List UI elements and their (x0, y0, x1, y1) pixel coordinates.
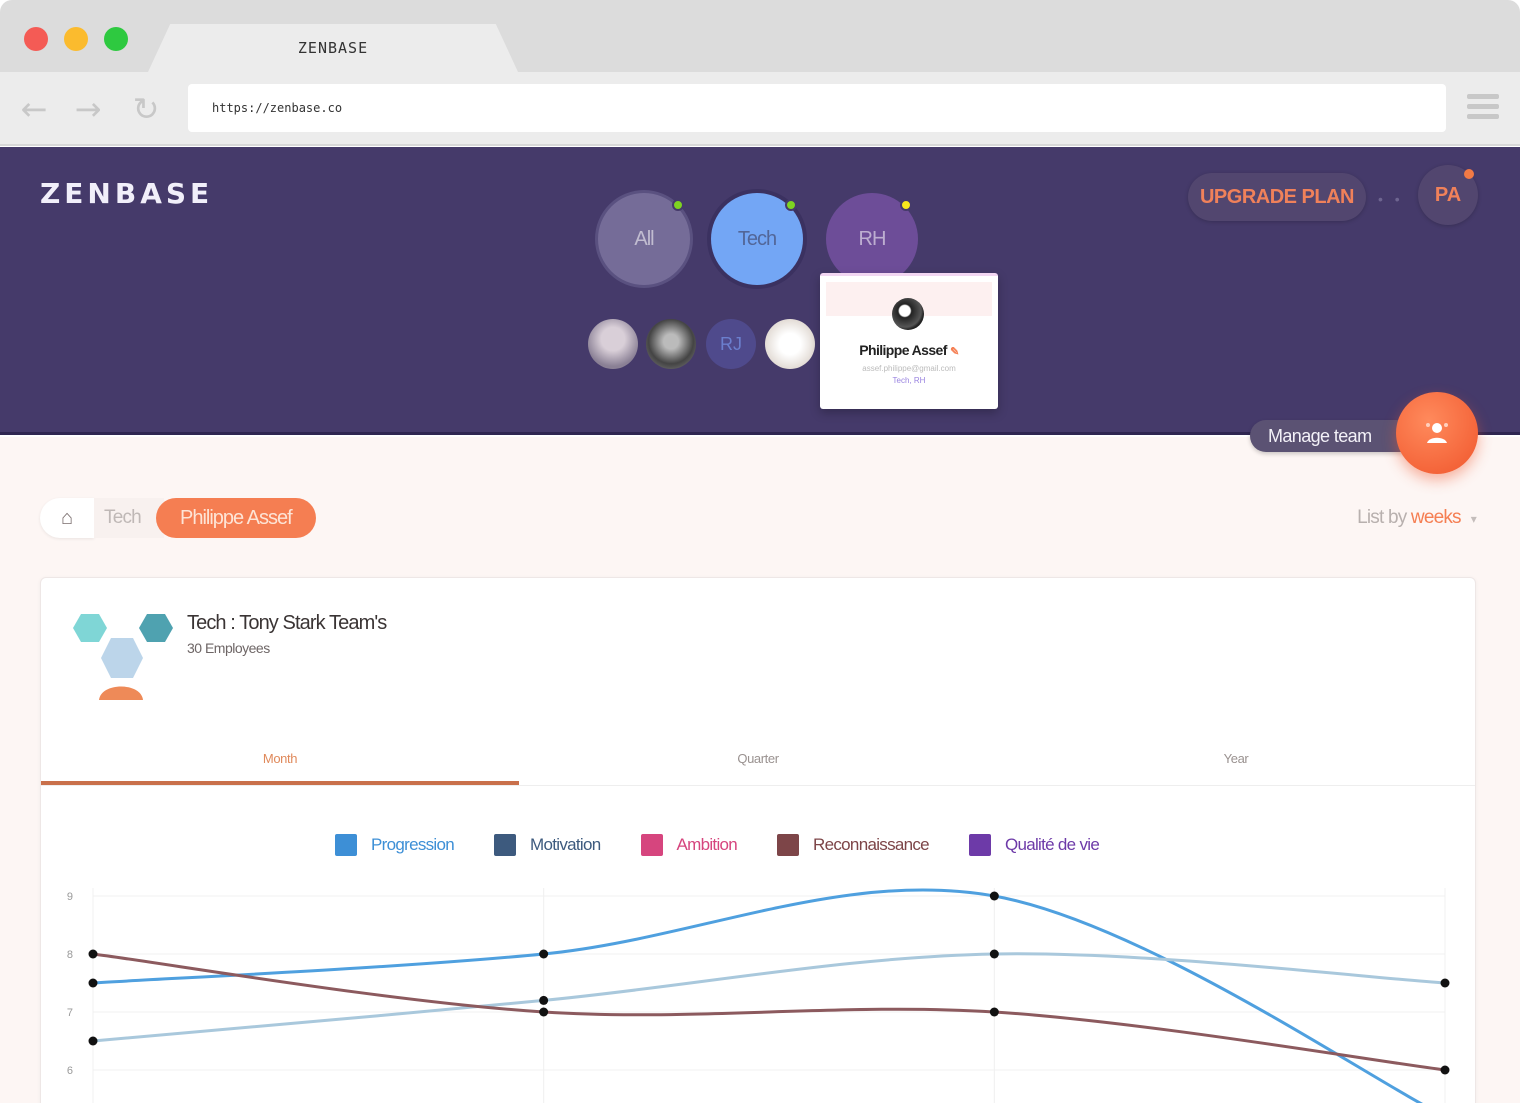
breadcrumb-team[interactable]: Tech (94, 498, 164, 538)
list-by-selector[interactable]: List by weeks ▾ (1357, 507, 1477, 529)
user-initials: PA (1434, 184, 1462, 206)
browser-tab-title: ZENBASE (297, 39, 369, 57)
tab-quarter[interactable]: Quarter (519, 738, 997, 785)
browser-titlebar: ZENBASE (0, 0, 1520, 72)
team-illustration (73, 614, 173, 700)
popover-avatar (892, 298, 924, 330)
team-title: Tech : Tony Stark Team's (187, 612, 387, 634)
breadcrumb-home[interactable]: ⌂ (40, 498, 94, 538)
y-tick-label: 7 (67, 1007, 73, 1019)
header-separator: • • (1378, 191, 1404, 207)
team-filter-label: All (634, 227, 654, 250)
line-chart: 9 8 7 6 (67, 888, 1450, 1103)
notification-badge (1464, 169, 1474, 179)
team-filter-rh[interactable]: RH (826, 193, 918, 285)
legend-swatch (335, 834, 357, 856)
legend-item-reconnaissance[interactable]: Reconnaissance (777, 834, 930, 856)
manage-team-icon (1426, 423, 1448, 443)
browser-toolbar: ← → ↻ https://zenbase.co (0, 72, 1520, 146)
browser-tab[interactable]: ZENBASE (148, 24, 518, 72)
series-line (92, 888, 1423, 1103)
team-employee-count: 30 Employees (187, 640, 270, 656)
user-avatar[interactable]: PA (1418, 165, 1478, 225)
chart-legend: Progression Motivation Ambition Reconnai… (335, 834, 1100, 856)
legend-label: Ambition (676, 835, 738, 854)
legend-swatch (968, 834, 991, 856)
list-by-value: weeks (1410, 507, 1462, 528)
y-tick-label: 8 (67, 949, 73, 961)
legend-label: Motivation (530, 835, 601, 854)
list-by-prefix: List by (1357, 507, 1411, 528)
main-content: ⌂ Tech Philippe Assef List by weeks ▾ Tec… (0, 437, 1520, 1103)
member-initials: RJ (720, 333, 742, 354)
tab-month[interactable]: Month (41, 738, 519, 785)
popover-teams: Tech, RH (892, 376, 926, 385)
browser-menu-icon[interactable] (1467, 94, 1499, 120)
data-point (1440, 978, 1450, 988)
legend-swatch (494, 834, 517, 856)
zenbase-logo[interactable]: ZENBASE (40, 177, 213, 210)
data-point (539, 1007, 549, 1017)
legend-swatch (640, 834, 663, 856)
member-popover: Philippe Assef ✎ assef.philippe@gmail.co… (820, 273, 998, 409)
series-line (92, 952, 1446, 1043)
app-header: ZENBASE All Tech RH RJ Philippe Assef ✎ … (0, 147, 1520, 435)
data-point (88, 949, 98, 959)
forward-arrow-icon[interactable]: → (70, 92, 106, 126)
status-dot (785, 199, 797, 211)
manage-team-button[interactable] (1396, 392, 1478, 474)
y-tick-label: 9 (67, 891, 73, 903)
upgrade-plan-button[interactable]: UPGRADE PLAN (1188, 173, 1366, 221)
popover-name: Philippe Assef ✎ (859, 342, 959, 358)
legend-label: Qualité de vie (1004, 835, 1100, 854)
legend-item-progression[interactable]: Progression (335, 834, 455, 856)
y-tick-label: 6 (67, 1065, 73, 1077)
period-tabs: Month Quarter Year (41, 738, 1475, 786)
data-point (88, 978, 98, 988)
data-point (989, 1007, 999, 1017)
maximize-window-button[interactable] (104, 27, 128, 51)
tab-year[interactable]: Year (997, 738, 1475, 785)
minimize-window-button[interactable] (64, 27, 88, 51)
member-avatar[interactable] (588, 319, 638, 369)
data-point (539, 995, 549, 1005)
close-window-button[interactable] (24, 27, 48, 51)
legend-swatch (777, 834, 800, 856)
legend-item-qualite-de-vie[interactable]: Qualité de vie (968, 834, 1100, 856)
data-point (989, 949, 999, 959)
member-avatar[interactable] (646, 319, 696, 369)
data-point (989, 891, 999, 901)
member-avatar[interactable]: RJ (706, 319, 756, 369)
reload-icon[interactable]: ↻ (128, 92, 164, 126)
legend-label: Progression (371, 835, 455, 854)
team-filter-tech[interactable]: Tech (711, 193, 803, 285)
data-point (88, 1036, 98, 1046)
legend-label: Reconnaissance (813, 835, 930, 854)
breadcrumb-current[interactable]: Philippe Assef (156, 498, 316, 538)
member-avatar[interactable] (765, 319, 815, 369)
edit-pencil-icon[interactable]: ✎ (950, 346, 959, 358)
legend-item-motivation[interactable]: Motivation (494, 834, 601, 856)
team-card: Tech : Tony Stark Team's 30 Employees Mo… (40, 577, 1476, 1103)
address-bar[interactable]: https://zenbase.co (188, 84, 1446, 132)
legend-item-ambition[interactable]: Ambition (640, 834, 738, 856)
breadcrumb: ⌂ Tech Philippe Assef (40, 497, 316, 539)
status-dot (672, 199, 684, 211)
data-point (1440, 1065, 1450, 1075)
data-point (539, 949, 549, 959)
chevron-down-icon: ▾ (1470, 512, 1477, 526)
popover-email: assef.philippe@gmail.com (862, 364, 956, 373)
home-icon: ⌂ (60, 506, 74, 529)
team-filter-label: Tech (737, 227, 777, 250)
back-arrow-icon[interactable]: ← (16, 92, 52, 126)
status-dot (900, 199, 912, 211)
team-filter-all[interactable]: All (598, 193, 690, 285)
team-filter-label: RH (858, 227, 887, 250)
